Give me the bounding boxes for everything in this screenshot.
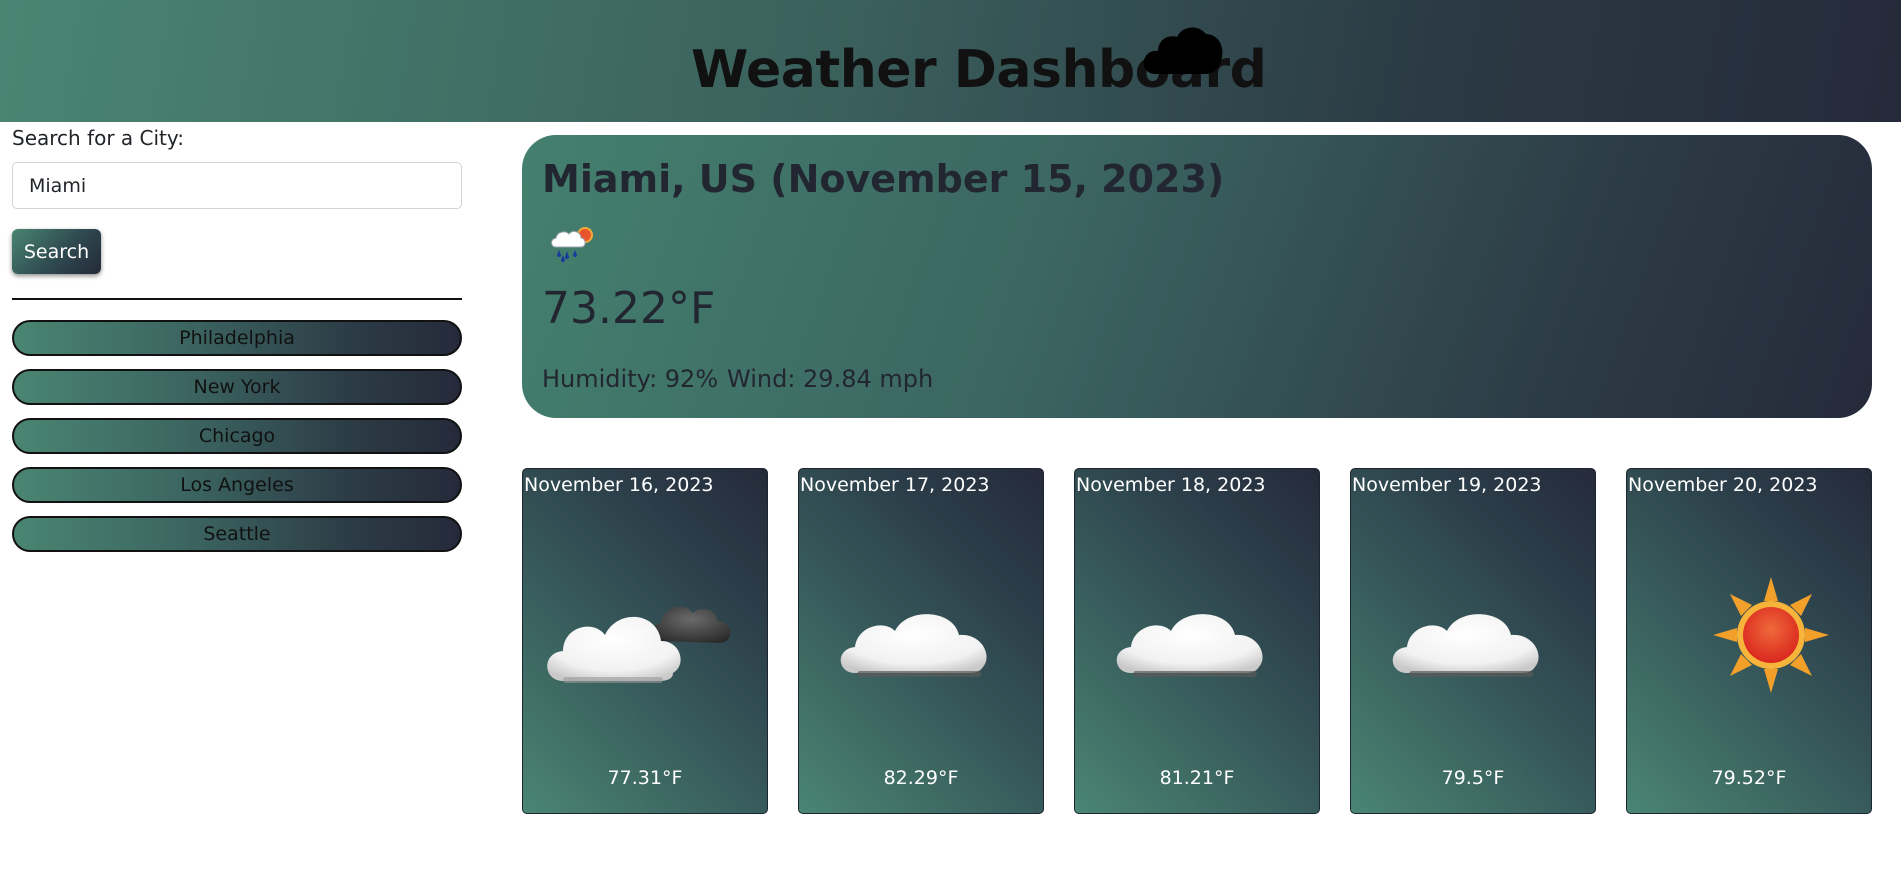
cloud-icon (1392, 614, 1539, 677)
forecast-temperature: 81.21°F (1159, 767, 1235, 789)
history-city-button[interactable]: Seattle (12, 516, 462, 552)
current-humidity: Humidity: 92% (542, 365, 719, 393)
forecast-date: November 20, 2023 (1628, 474, 1818, 496)
history-city-button[interactable]: Philadelphia (12, 320, 462, 356)
current-temperature: 73.22°F (542, 283, 716, 334)
forecast-card: November 19, 2023 79.5°F (1350, 468, 1596, 814)
forecast-temperature: 79.5°F (1441, 767, 1505, 789)
search-history-list: Philadelphia New York Chicago Los Angele… (12, 320, 462, 565)
forecast-temperature: 79.52°F (1711, 767, 1787, 789)
forecast-card: November 18, 2023 81.21°F (1074, 468, 1320, 814)
forecast-date: November 17, 2023 (800, 474, 990, 496)
cloud-icon (1143, 27, 1223, 74)
forecast-card: November 20, 2023 79.52°F (1626, 468, 1872, 814)
forecast-card: November 16, 2023 77.31°F (522, 468, 768, 814)
current-weather-card: Miami, US (November 15, 2023) 73.22°F Hu… (522, 135, 1872, 418)
cloud-icon (840, 614, 987, 677)
history-city-button[interactable]: Los Angeles (12, 467, 462, 503)
forecast-card: November 17, 2023 82.29°F (798, 468, 1044, 814)
current-city-title: Miami, US (November 15, 2023) (542, 157, 1225, 201)
forecast-date: November 16, 2023 (524, 474, 714, 496)
search-label: Search for a City: (12, 126, 185, 150)
cloud-icon (1116, 614, 1263, 677)
rain-sun-icon (551, 227, 593, 262)
sun-icon (1713, 577, 1829, 693)
partly-cloudy-icon (547, 606, 731, 683)
sidebar-divider (12, 298, 462, 300)
forecast-temperature: 77.31°F (607, 767, 683, 789)
forecast-date: November 18, 2023 (1076, 474, 1266, 496)
forecast-date: November 19, 2023 (1352, 474, 1542, 496)
search-button[interactable]: Search (12, 229, 101, 274)
history-city-button[interactable]: New York (12, 369, 462, 405)
current-wind: Wind: 29.84 mph (727, 365, 934, 393)
city-search-input[interactable] (12, 162, 462, 209)
forecast-temperature: 82.29°F (883, 767, 959, 789)
header-bar: Weather Dashboard (0, 0, 1901, 122)
history-city-button[interactable]: Chicago (12, 418, 462, 454)
